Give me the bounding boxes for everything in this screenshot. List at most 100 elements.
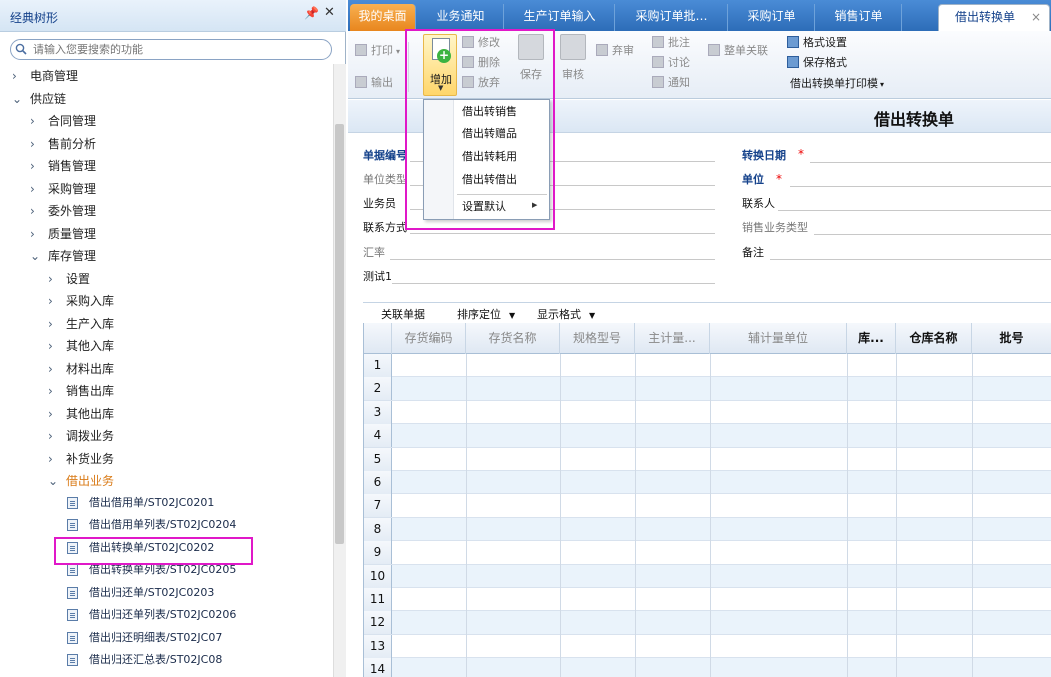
chevron-down-icon[interactable]: ⌄	[48, 471, 60, 491]
chevron-right-icon[interactable]: ›	[48, 449, 60, 469]
approve-button[interactable]: 批注	[652, 35, 690, 51]
chevron-right-icon[interactable]: ›	[30, 179, 42, 199]
chevron-right-icon[interactable]: ›	[30, 224, 42, 244]
chevron-right-icon[interactable]: ›	[48, 404, 60, 424]
field-label-unit-type: 单位类型	[363, 173, 407, 186]
chevron-right-icon[interactable]: ›	[30, 156, 42, 176]
print-button[interactable]: 打印 ▾	[355, 43, 400, 59]
export-button[interactable]: 输出	[355, 75, 393, 91]
printer-icon	[355, 44, 367, 56]
column-divider	[710, 354, 711, 677]
field-input-exchange-rate[interactable]	[390, 259, 715, 260]
tab-sales-order[interactable]: 销售订单	[816, 4, 902, 31]
column-header[interactable]: 仓库名称	[896, 323, 972, 354]
display-format-button[interactable]: 显示格式 ▼	[537, 306, 595, 322]
row-number: 7	[364, 494, 392, 518]
table-row[interactable]: 1	[364, 354, 1051, 378]
grid-corner	[364, 323, 392, 354]
field-input-remark[interactable]	[770, 259, 1051, 260]
pin-icon[interactable]: 📌	[304, 6, 319, 20]
chevron-right-icon[interactable]: ›	[30, 134, 42, 154]
chevron-right-icon[interactable]: ›	[48, 359, 60, 379]
row-number: 5	[364, 447, 392, 471]
column-header[interactable]: 辅计量单位	[710, 323, 847, 354]
chevron-right-icon[interactable]: ›	[48, 381, 60, 401]
field-input-sales-type[interactable]	[814, 234, 1051, 235]
comment-icon	[652, 36, 664, 48]
column-header[interactable]: 主计量...	[635, 323, 710, 354]
required-mark: *	[798, 147, 804, 161]
link-doc-button[interactable]: 关联单据	[381, 306, 425, 322]
search-box[interactable]	[10, 39, 332, 60]
column-header[interactable]: 存货编码	[392, 323, 466, 354]
row-number: 3	[364, 400, 392, 424]
row-number: 11	[364, 588, 392, 611]
row-number: 14	[364, 658, 392, 677]
document-icon	[67, 519, 78, 531]
format-settings-button[interactable]: 格式设置	[787, 35, 847, 51]
table-row[interactable]: 4	[364, 424, 1051, 448]
notify-button[interactable]: 通知	[652, 75, 690, 91]
discuss-button[interactable]: 讨论	[652, 55, 690, 71]
chevron-right-icon[interactable]: ›	[12, 66, 24, 86]
link-icon	[708, 44, 720, 56]
table-row[interactable]: 6	[364, 471, 1051, 495]
column-header[interactable]: 存货名称	[466, 323, 560, 354]
tab-lend-convert[interactable]: 借出转换单 ×	[938, 4, 1050, 31]
field-label-unit: 单位	[742, 173, 764, 186]
table-row[interactable]: 3	[364, 400, 1051, 425]
chevron-right-icon[interactable]: ›	[48, 426, 60, 446]
sort-locate-button[interactable]: 排序定位 ▼	[457, 306, 515, 322]
tab-purchase-order-batch[interactable]: 采购订单批…	[616, 4, 728, 31]
field-input-unit[interactable]	[790, 186, 1051, 187]
column-header[interactable]: 规格型号	[560, 323, 635, 354]
table-row[interactable]: 9	[364, 541, 1051, 565]
form-title: 借出转换单	[874, 110, 955, 129]
chevron-right-icon[interactable]: ›	[48, 291, 60, 311]
audit-button[interactable]: 审核	[558, 34, 588, 82]
table-row[interactable]: 2	[364, 377, 1051, 401]
table-row[interactable]: 7	[364, 494, 1051, 518]
tab-purchase-order[interactable]: 采购订单	[729, 4, 815, 31]
chevron-right-icon[interactable]: ›	[30, 111, 42, 131]
table-row[interactable]: 11	[364, 588, 1051, 612]
whole-link-button[interactable]: 整单关联	[708, 43, 768, 59]
chevron-down-icon[interactable]: ⌄	[12, 89, 24, 109]
save-format-button[interactable]: 保存格式	[787, 55, 847, 71]
caret-down-icon: ▼	[509, 311, 516, 320]
unaudit-button[interactable]: 弃审	[596, 43, 634, 59]
table-row[interactable]: 8	[364, 517, 1051, 542]
column-divider	[560, 354, 561, 677]
chevron-right-icon[interactable]: ›	[30, 201, 42, 221]
tab-bar: 我的桌面 业务通知 生产订单输入 采购订单批… 采购订单 销售订单 借出转换单 ×	[348, 0, 1051, 31]
sidebar-title: 经典树形	[10, 11, 59, 25]
field-input-contact[interactable]	[778, 210, 1051, 211]
table-row[interactable]: 12	[364, 611, 1051, 635]
close-icon[interactable]: ×	[1031, 5, 1041, 30]
chevron-right-icon[interactable]: ›	[48, 269, 60, 289]
chevron-down-icon[interactable]: ⌄	[30, 246, 42, 266]
tab-business-notice[interactable]: 业务通知	[418, 4, 504, 31]
search-input[interactable]	[33, 42, 323, 57]
row-number: 6	[364, 471, 392, 494]
field-label-remark: 备注	[742, 246, 764, 259]
search-icon	[15, 43, 27, 55]
tab-production-order[interactable]: 生产订单输入	[505, 4, 615, 31]
sidebar-scroll-thumb[interactable]	[335, 124, 344, 544]
field-input-contact-info[interactable]	[410, 233, 715, 234]
field-input-test1[interactable]	[392, 283, 715, 284]
tab-my-desktop[interactable]: 我的桌面	[350, 4, 416, 31]
chevron-right-icon[interactable]: ›	[48, 336, 60, 356]
field-input-convert-date[interactable]	[810, 162, 1051, 163]
column-header[interactable]: 库...	[847, 323, 896, 354]
table-row[interactable]: 5	[364, 447, 1051, 471]
column-header[interactable]: 批号	[972, 323, 1051, 354]
table-row[interactable]: 13	[364, 634, 1051, 659]
close-icon[interactable]: ✕	[324, 5, 335, 20]
table-row[interactable]: 14	[364, 658, 1051, 677]
chevron-right-icon[interactable]: ›	[48, 314, 60, 334]
field-label-convert-date: 转换日期	[742, 149, 786, 162]
table-row[interactable]: 10	[364, 564, 1051, 588]
print-template-select[interactable]: 借出转换单打印模 ▾	[790, 76, 884, 92]
unaudit-icon	[596, 44, 608, 56]
